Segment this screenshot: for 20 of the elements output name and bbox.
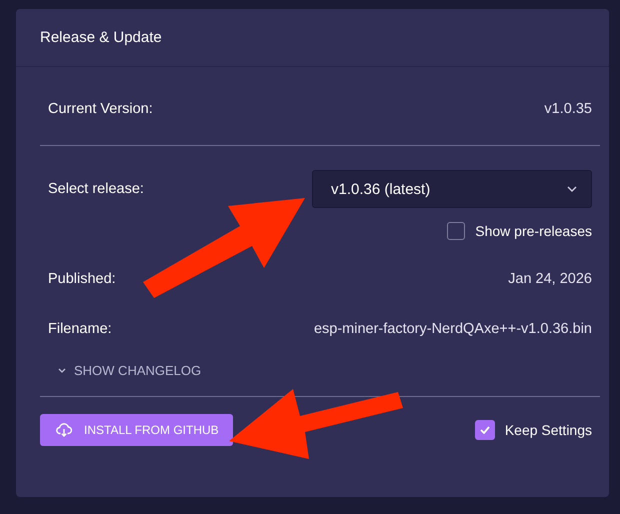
prerelease-checkbox[interactable]: Show pre-releases <box>447 222 592 240</box>
field-value: Jan 24, 2026 <box>508 271 592 287</box>
check-icon <box>480 426 490 434</box>
cloud-download-icon <box>56 423 72 437</box>
chevron-down-icon <box>58 368 66 372</box>
field-label: Current Version: <box>48 101 153 117</box>
changelog-toggle[interactable]: SHOW CHANGELOG <box>48 357 202 383</box>
field-label: Select release: <box>48 181 144 197</box>
release-dropdown[interactable]: v1.0.36 (latest) <box>312 170 592 208</box>
field-label: Filename: <box>48 321 112 337</box>
card-title: Release & Update <box>40 29 162 46</box>
checkbox-label: Keep Settings <box>504 422 592 438</box>
field-value: esp-miner-factory-NerdQAxe++-v1.0.36.bin <box>314 321 592 337</box>
chevron-down-icon <box>567 186 577 192</box>
field-label: Published: <box>48 271 116 287</box>
checkbox-label: Show pre-releases <box>475 223 592 239</box>
keep-settings-checkbox[interactable]: Keep Settings <box>474 420 592 440</box>
field-value: v1.0.35 <box>544 101 592 117</box>
checkbox[interactable] <box>474 420 495 440</box>
checkbox[interactable] <box>447 222 466 240</box>
